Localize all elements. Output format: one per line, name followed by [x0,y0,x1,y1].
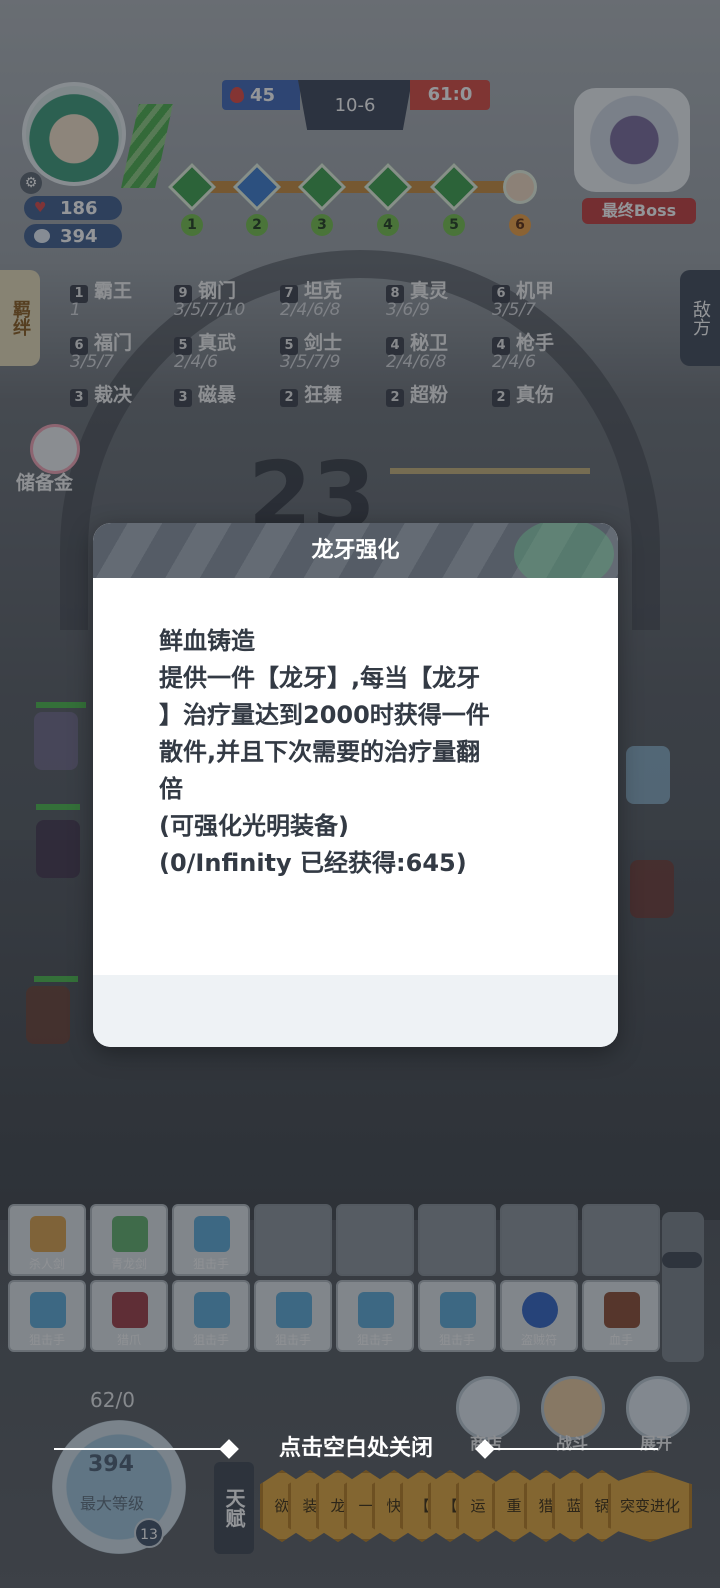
close-hint-text: 点击空白处关闭 [278,1436,433,1461]
desc-line: 提供一件【龙牙】,每当【龙牙 [159,664,481,692]
enhance-modal: 龙牙强化 鲜血铸造 提供一件【龙牙】,每当【龙牙 】治疗量达到2000时获得一件… [93,523,618,1047]
desc-line: (可强化光明装备) [159,812,349,840]
modal-description: 鲜血铸造 提供一件【龙牙】,每当【龙牙 】治疗量达到2000时获得一件 散件,并… [159,623,559,882]
modal-title: 龙牙强化 [311,538,400,563]
desc-line: 鲜血铸造 [159,627,255,655]
desc-line: 散件,并且下次需要的治疗量翻 [159,738,481,766]
modal-footer [93,975,618,1047]
desc-line: 】治疗量达到2000时获得一件 [159,701,490,729]
desc-line: (0/Infinity 已经获得:645) [159,849,467,877]
desc-line: 倍 [159,775,183,803]
close-hint[interactable]: 点击空白处关闭 [0,1432,720,1466]
